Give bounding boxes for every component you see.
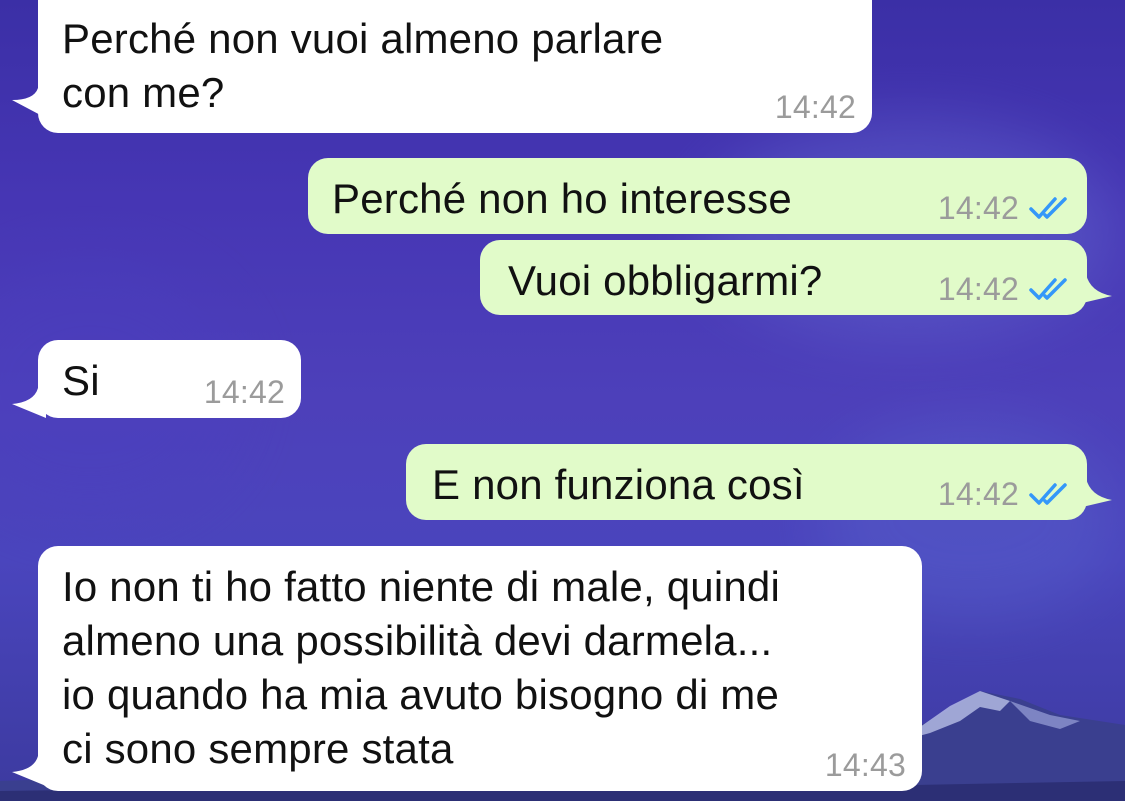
message-outgoing[interactable]: Vuoi obbligarmi? 14:42 — [480, 240, 1087, 315]
message-text-line: Io non ti ho fatto niente di male, quind… — [62, 563, 781, 610]
message-incoming[interactable]: Io non ti ho fatto niente di male, quind… — [38, 546, 922, 791]
message-text-line: ci sono sempre stata — [62, 725, 454, 772]
message-time: 14:42 — [203, 374, 285, 410]
double-check-icon — [1029, 481, 1073, 507]
message-time: 14:42 — [774, 89, 856, 125]
message-meta: 14:43 — [825, 745, 906, 785]
double-check-icon — [1029, 195, 1073, 221]
double-check-icon — [1029, 276, 1073, 302]
message-time: 14:43 — [824, 747, 906, 783]
outgoing-bubble-tail — [1078, 478, 1112, 508]
message-time: 14:42 — [937, 476, 1019, 512]
message-incoming[interactable]: Si 14:42 — [38, 340, 301, 418]
message-outgoing[interactable]: Perché non ho interesse 14:42 — [308, 158, 1087, 234]
message-outgoing[interactable]: E non funziona così 14:42 — [406, 444, 1087, 520]
message-text-line: Perché non vuoi almeno parlare — [62, 15, 664, 62]
outgoing-bubble-tail — [1078, 274, 1112, 304]
message-meta: 14:42 — [775, 87, 856, 127]
message-meta: 14:42 — [938, 269, 1073, 309]
message-meta: 14:42 — [938, 474, 1073, 514]
message-meta: 14:42 — [204, 372, 285, 412]
message-incoming[interactable]: Perché non vuoi almeno parlare con me? 1… — [38, 0, 872, 133]
message-text-line: almeno una possibilità devi darmela... — [62, 617, 773, 664]
message-text-line: io quando ha mia avuto bisogno di me — [62, 671, 780, 718]
message-time: 14:42 — [937, 271, 1019, 307]
message-time: 14:42 — [937, 190, 1019, 226]
message-meta: 14:42 — [938, 188, 1073, 228]
message-text-line: con me? — [62, 69, 225, 116]
